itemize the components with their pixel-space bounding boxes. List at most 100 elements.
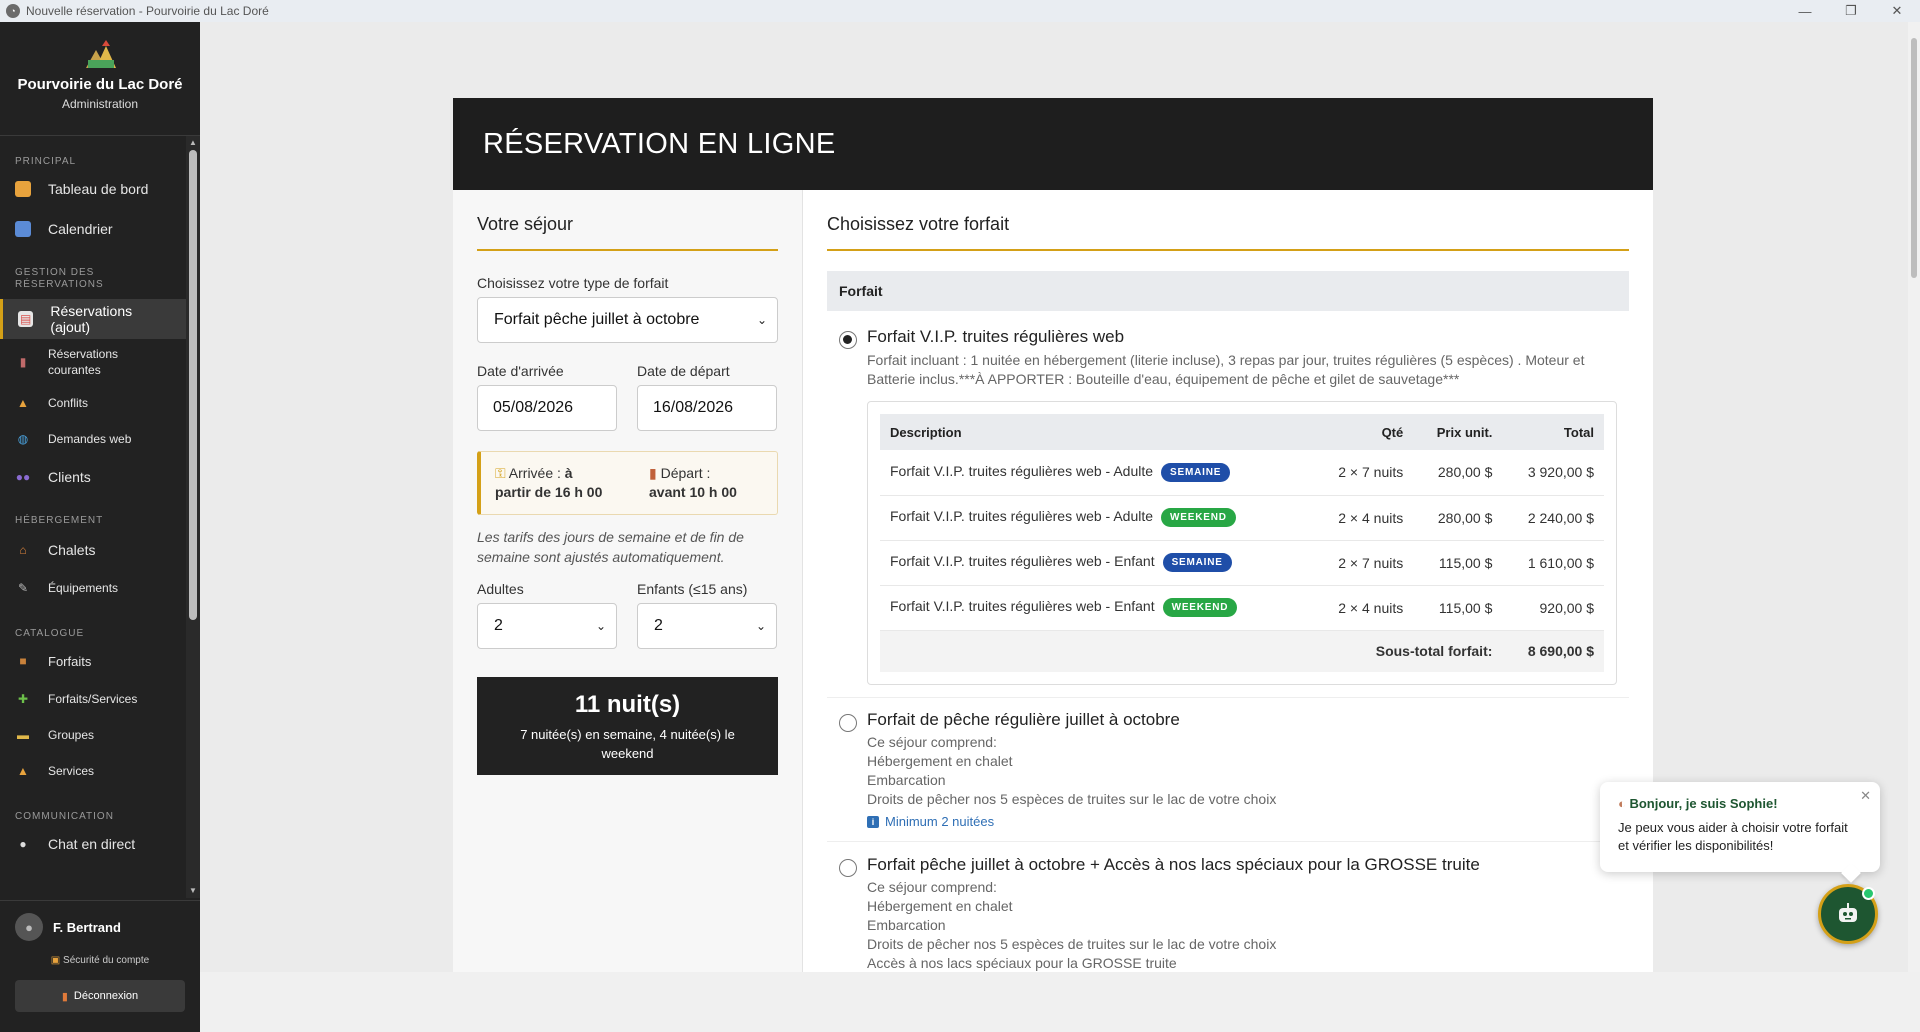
sidebar-scrollbar[interactable]: ▲ ▼ xyxy=(186,136,200,898)
sidebar-item-label: Tableau de bord xyxy=(48,181,149,197)
package-line: Embarcation xyxy=(867,917,946,933)
sidebar-item-groupes[interactable]: ▬ Groupes xyxy=(0,717,186,753)
sidebar-item-chat[interactable]: ● Chat en direct xyxy=(0,824,186,864)
children-select[interactable]: 2 ⌄ xyxy=(637,603,777,649)
stay-panel: Votre séjour Choisissez votre type de fo… xyxy=(453,190,803,972)
sidebar-item-label: Services xyxy=(48,764,95,778)
user-row: ● F. Bertrand xyxy=(0,901,200,941)
scroll-up-icon[interactable]: ▲ xyxy=(189,138,197,148)
sidebar-item-forfaits-services[interactable]: ✚ Forfaits/Services xyxy=(0,681,186,717)
sidebar-item-chalets[interactable]: ⌂ Chalets xyxy=(0,530,186,570)
sidebar-item-forfaits[interactable]: ■ Forfaits xyxy=(0,641,186,681)
package-line: Hébergement en chalet xyxy=(867,753,1013,769)
sidebar-item-label: Réservations courantes xyxy=(48,347,119,377)
close-icon[interactable]: ✕ xyxy=(1860,788,1871,804)
table-row: Forfait V.I.P. truites régulières web - … xyxy=(880,450,1604,496)
minimize-icon[interactable]: — xyxy=(1782,0,1828,22)
package-option-grosse-truite[interactable]: Forfait pêche juillet à octobre + Accès … xyxy=(827,842,1629,972)
avatar: ● xyxy=(15,913,43,941)
package-line: Ce séjour comprend: xyxy=(867,879,997,895)
package-type-select[interactable]: Forfait pêche juillet à octobre ⌄ xyxy=(477,297,778,343)
door-icon: ▮ xyxy=(649,465,657,481)
window-controls: — ❐ ✕ xyxy=(1782,0,1920,22)
package-type-label: Choisissez votre type de forfait xyxy=(477,275,669,291)
packages-header: Forfait xyxy=(827,271,1629,311)
departure-info-value: avant 10 h 00 xyxy=(649,484,737,500)
scrollbar-thumb[interactable] xyxy=(1911,38,1917,278)
package-option-vip[interactable]: Forfait V.I.P. truites régulières web Fo… xyxy=(827,311,1629,698)
folder-icon: ▬ xyxy=(17,728,29,742)
lock-icon: ▣ xyxy=(50,955,64,966)
wrench-icon: ✎ xyxy=(17,581,29,595)
info-icon: i xyxy=(867,815,879,828)
sidebar-item-tableau[interactable]: Tableau de bord xyxy=(0,169,186,209)
sidebar-item-reservations-courantes[interactable]: ▮ Réservations courantes xyxy=(0,339,186,385)
guests-row: Adultes 2 ⌄ Enfants (≤15 ans) 2 ⌄ xyxy=(477,581,778,649)
packages-title: Choisissez votre forfait xyxy=(827,214,1629,251)
package-radio-vip[interactable] xyxy=(839,331,857,349)
package-title: Forfait V.I.P. truites régulières web xyxy=(867,327,1125,346)
reservation-card: RÉSERVATION EN LIGNE Votre séjour Choisi… xyxy=(453,98,1653,972)
status-badge: WEEKEND xyxy=(1161,508,1236,527)
adults-select[interactable]: 2 ⌄ xyxy=(477,603,617,649)
users-icon: ●● xyxy=(15,470,31,484)
logout-button[interactable]: ▮ Déconnexion xyxy=(15,980,185,1012)
brand-title: Pourvoirie du Lac Doré xyxy=(17,76,183,93)
row-unit-price: 280,00 $ xyxy=(1413,495,1503,541)
dashboard-icon xyxy=(15,181,31,197)
sidebar-item-reservations-ajout[interactable]: ▤ Réservations (ajout) xyxy=(0,299,186,339)
departure-date-input[interactable]: 16/08/2026 xyxy=(637,385,777,431)
window-titlebar: ◔ Nouvelle réservation - Pourvoirie du L… xyxy=(0,0,1920,22)
arrival-info-value: partir de 16 h 00 xyxy=(495,484,603,500)
col-unit: Prix unit. xyxy=(1436,424,1493,440)
user-panel: ● F. Bertrand ▣ Sécurité du compte ▮ Déc… xyxy=(0,900,200,1032)
close-icon[interactable]: ✕ xyxy=(1874,0,1920,22)
cabin-icon: ⌂ xyxy=(19,543,27,557)
section-hebergement: HÉBERGEMENT xyxy=(15,515,104,526)
scroll-down-icon[interactable]: ▼ xyxy=(189,886,197,896)
package-radio-grosse-truite[interactable] xyxy=(839,859,857,877)
sidebar-item-equipements[interactable]: ✎ Équipements xyxy=(0,570,186,606)
arrival-info-a: à xyxy=(564,465,573,481)
section-communication: COMMUNICATION xyxy=(15,811,114,822)
sidebar-item-label: Clients xyxy=(48,469,91,485)
package-description: Forfait incluant : 1 nuitée en hébergeme… xyxy=(867,352,1585,387)
sidebar-item-services[interactable]: ▲ Services xyxy=(0,753,186,789)
sidebar-item-label: Conflits xyxy=(48,396,89,410)
sidebar-item-demandes-web[interactable]: ◍ Demandes web xyxy=(0,421,186,457)
status-badge: SEMAINE xyxy=(1161,462,1231,482)
window-title: Nouvelle réservation - Pourvoirie du Lac… xyxy=(26,4,269,18)
page-scrollbar[interactable] xyxy=(1908,22,1920,972)
chevron-down-icon: ⌄ xyxy=(595,619,606,633)
row-description-text: Forfait V.I.P. truites régulières web - … xyxy=(890,553,1155,570)
row-description-text: Forfait V.I.P. truites régulières web - … xyxy=(890,598,1155,615)
agent-icon: ◐ xyxy=(1618,796,1630,811)
calendar-icon xyxy=(15,221,31,237)
package-option-reguliere[interactable]: Forfait de pêche régulière juillet à oct… xyxy=(827,698,1629,842)
table-header-row: Description Qté Prix unit. Total xyxy=(880,414,1604,450)
row-unit-price: 115,00 $ xyxy=(1413,585,1503,631)
package-price-table: Description Qté Prix unit. Total Forfait… xyxy=(867,401,1617,685)
status-badge: SEMAINE xyxy=(1162,553,1232,572)
arrival-date-input[interactable]: 05/08/2026 xyxy=(477,385,617,431)
row-qty: 2 × 4 nuits xyxy=(1313,495,1414,541)
minimum-label: Minimum 2 nuitées xyxy=(885,814,995,829)
col-qty: Qté xyxy=(1381,424,1404,440)
departure-group: Date de départ 16/08/2026 xyxy=(637,363,777,431)
chat-bubble-icon: ● xyxy=(19,837,27,851)
sidebar-item-conflits[interactable]: ▲ Conflits xyxy=(0,385,186,421)
adults-value: 2 xyxy=(494,617,503,634)
sidebar-item-calendrier[interactable]: Calendrier xyxy=(0,209,186,249)
table-row: Forfait V.I.P. truites régulières web - … xyxy=(880,495,1604,541)
package-icon: ■ xyxy=(19,654,27,668)
scrollbar-thumb[interactable] xyxy=(189,150,197,620)
package-line: Embarcation xyxy=(867,772,946,788)
chat-launcher-button[interactable] xyxy=(1818,884,1878,944)
sidebar: Pourvoirie du Lac Doré Administration PR… xyxy=(0,22,200,1032)
security-link[interactable]: ▣ Sécurité du compte xyxy=(0,955,200,966)
package-radio-reguliere[interactable] xyxy=(839,714,857,732)
sidebar-item-clients[interactable]: ●● Clients xyxy=(0,457,186,497)
maximize-icon[interactable]: ❐ xyxy=(1828,0,1874,22)
robot-icon xyxy=(1839,903,1857,922)
children-group: Enfants (≤15 ans) 2 ⌄ xyxy=(637,581,777,649)
